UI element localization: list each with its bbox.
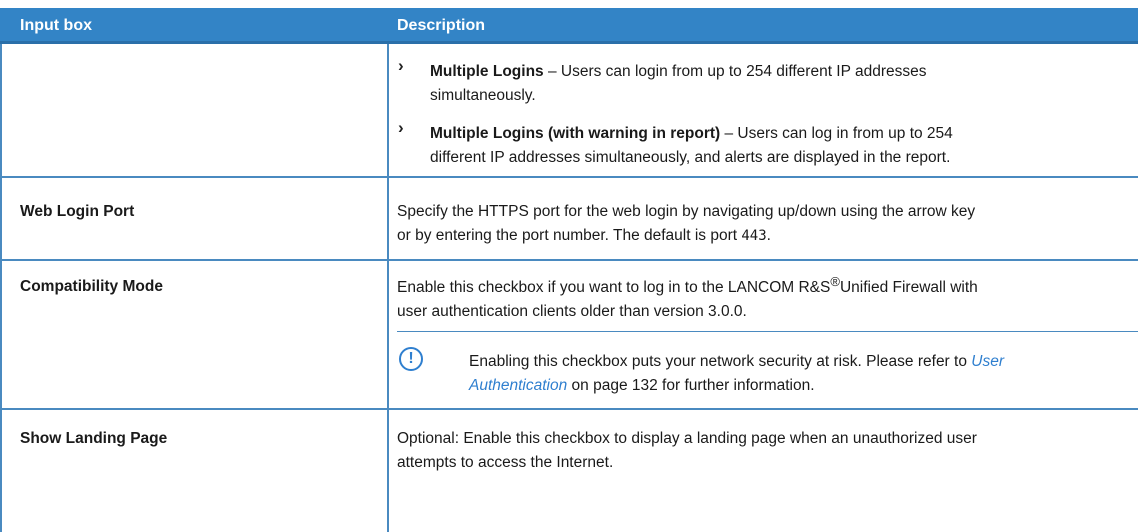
warning-note: Enabling this checkbox puts your network… <box>469 353 1004 394</box>
row-desc-web-login-port: Specify the HTTPS port for the web login… <box>397 203 976 244</box>
row-divider <box>0 408 1138 410</box>
table-left-border <box>0 44 2 532</box>
header-description: Description <box>397 17 486 34</box>
user-authentication-link[interactable]: User <box>971 353 1004 370</box>
table-header: Input box Description <box>0 8 1138 44</box>
row-name-compatibility-mode: Compatibility Mode <box>20 278 163 295</box>
exclamation-circle-icon: ! <box>399 347 423 371</box>
row-name-show-landing-page: Show Landing Page <box>20 430 168 447</box>
bullet-multiple-logins: Multiple Logins – Users can login from u… <box>430 63 927 104</box>
row-desc-compatibility-mode: Enable this checkbox if you want to log … <box>397 274 978 321</box>
default-port-value: 443 <box>741 228 767 244</box>
bullet-chevron-icon: › <box>398 56 404 75</box>
row-divider <box>0 176 1138 178</box>
column-divider <box>387 44 389 532</box>
bullet-multiple-logins-warning: Multiple Logins (with warning in report)… <box>430 125 953 166</box>
bullet-chevron-icon: › <box>398 118 404 137</box>
row-desc-show-landing-page: Optional: Enable this checkbox to displa… <box>397 430 977 471</box>
user-authentication-link-cont[interactable]: Authentication <box>469 377 567 394</box>
row-divider <box>0 259 1138 261</box>
row-name-web-login-port: Web Login Port <box>20 203 135 220</box>
note-divider <box>397 331 1138 332</box>
header-input-box: Input box <box>20 17 92 34</box>
